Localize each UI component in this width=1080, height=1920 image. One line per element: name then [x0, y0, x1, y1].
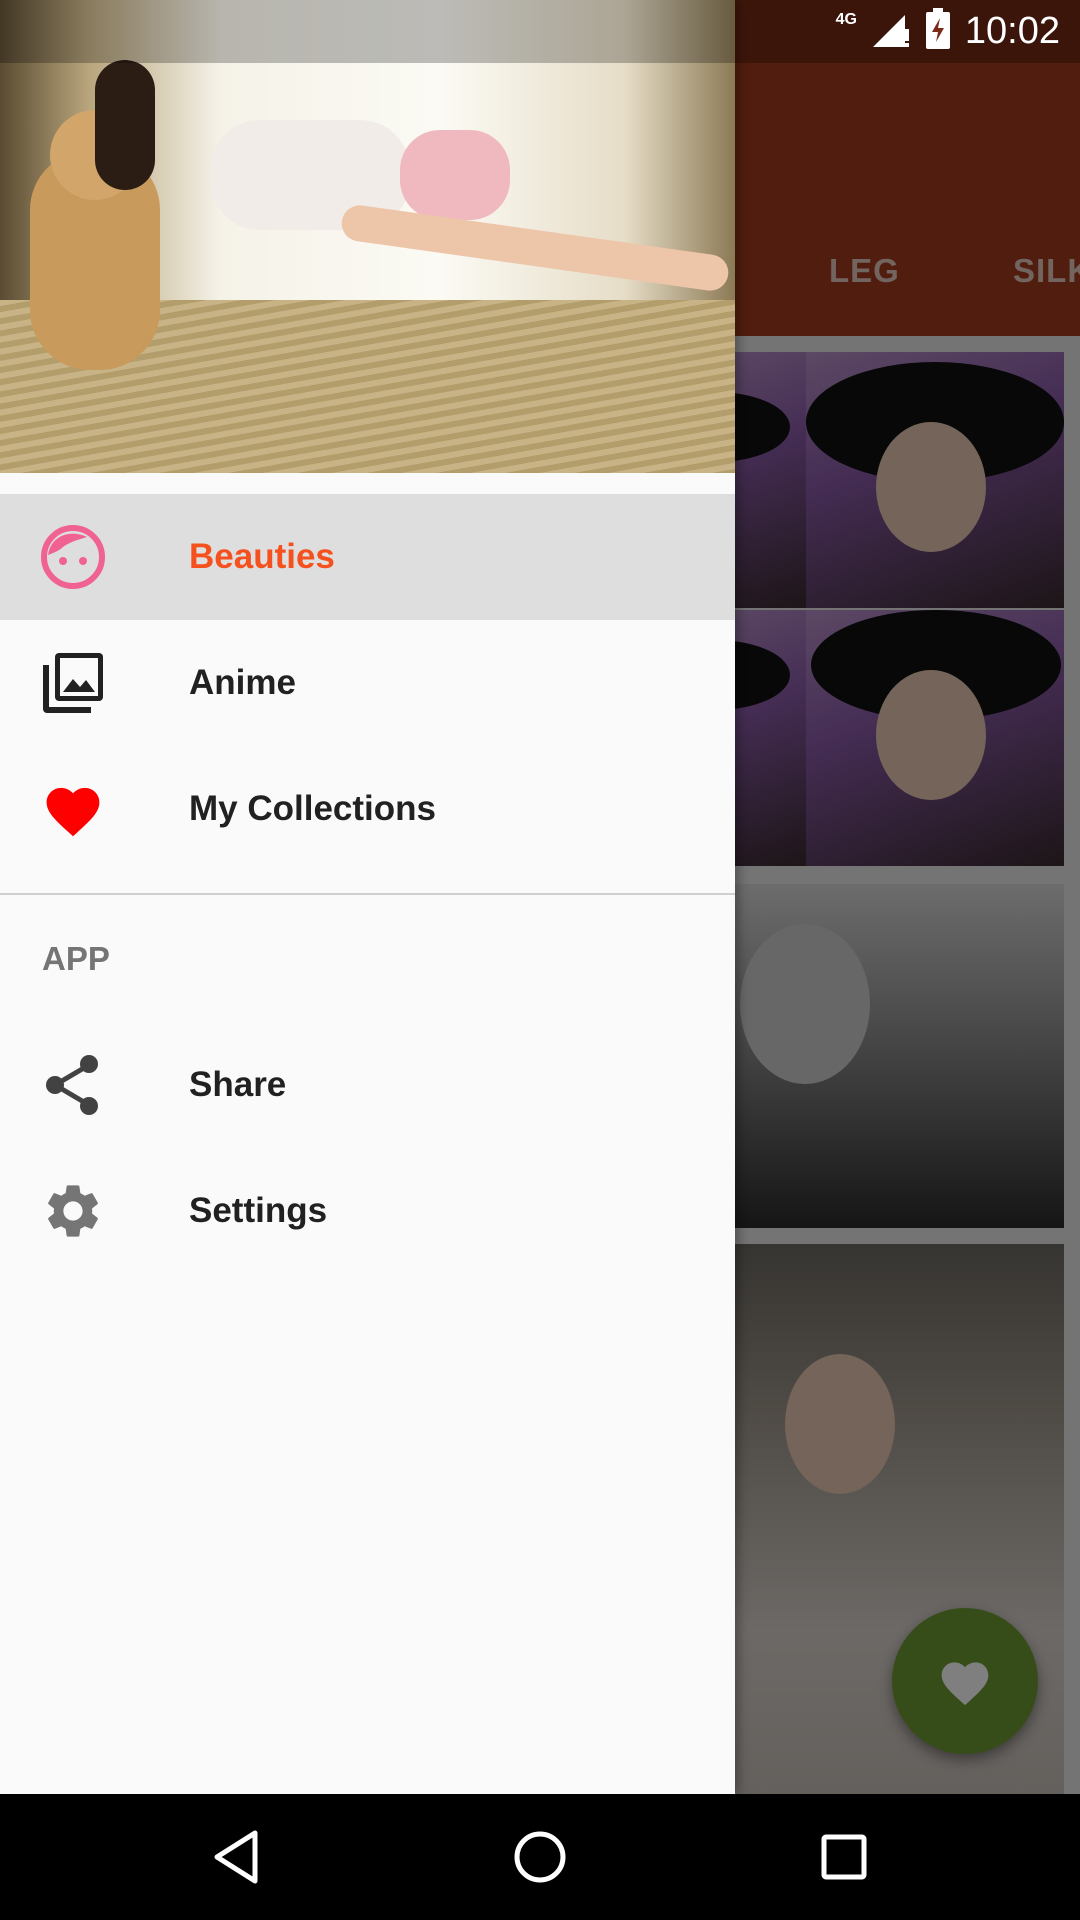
recents-icon	[821, 1834, 867, 1880]
drawer-item-my-collections[interactable]: My Collections	[0, 746, 735, 872]
home-button[interactable]	[497, 1814, 583, 1900]
recents-button[interactable]	[801, 1814, 887, 1900]
drawer-item-label: Share	[189, 1065, 287, 1104]
status-bar: 4G 10:02	[0, 0, 1080, 63]
signal-icon	[871, 9, 911, 54]
clock: 10:02	[964, 10, 1060, 52]
drawer-header-image	[0, 0, 735, 473]
drawer-item-share[interactable]: Share	[0, 1022, 735, 1148]
share-icon	[41, 1053, 105, 1117]
gear-icon	[41, 1179, 105, 1243]
home-icon	[514, 1831, 566, 1883]
drawer-item-label: Beauties	[189, 537, 335, 576]
drawer-item-label: Settings	[189, 1191, 328, 1230]
drawer-item-anime[interactable]: Anime	[0, 620, 735, 746]
face-icon	[41, 525, 105, 589]
back-button[interactable]	[193, 1814, 279, 1900]
back-icon	[214, 1830, 258, 1884]
heart-icon	[41, 777, 105, 841]
drawer-item-beauties[interactable]: Beauties	[0, 494, 735, 620]
navigation-drawer: Beauties Anime My Collections APP Share …	[0, 0, 735, 1794]
drawer-item-label: Anime	[189, 663, 296, 702]
network-type: 4G	[835, 10, 857, 28]
battery-icon	[925, 8, 951, 55]
drawer-item-label: My Collections	[189, 789, 436, 828]
drawer-item-settings[interactable]: Settings	[0, 1148, 735, 1274]
section-title-app: APP	[42, 940, 110, 977]
photo-library-icon	[41, 651, 105, 715]
drawer-divider	[0, 893, 735, 895]
system-nav-bar	[0, 1794, 1080, 1920]
